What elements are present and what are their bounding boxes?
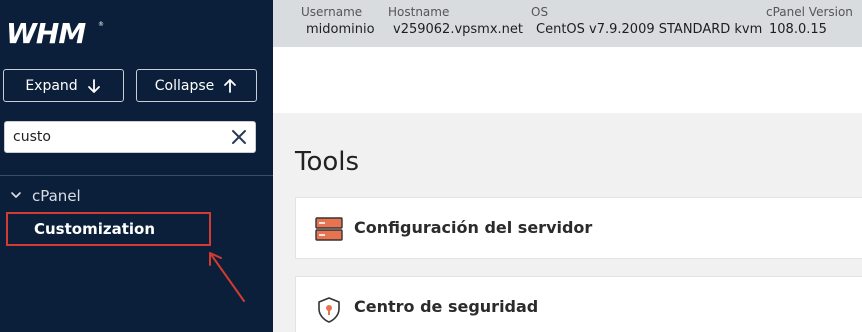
cpanel-version-value: 108.0.15	[769, 22, 827, 37]
sidebar-divider	[0, 175, 273, 176]
username-info: Username midominio	[301, 4, 375, 40]
os-value: CentOS v7.9.2009 STANDARD kvm	[536, 22, 763, 37]
tool-card-label: Configuración del servidor	[354, 218, 593, 237]
cpanel-version-label: cPanel Version	[766, 5, 853, 19]
clear-icon[interactable]	[231, 129, 247, 145]
header-panel	[273, 47, 862, 113]
svg-text:WHM: WHM	[6, 18, 86, 48]
tool-card-server-config[interactable]: Configuración del servidor	[295, 197, 862, 259]
tool-card-label: Centro de seguridad	[354, 297, 539, 316]
search-input[interactable]	[5, 122, 220, 152]
chevron-down-icon	[10, 187, 22, 205]
arrow-down-icon	[86, 78, 102, 94]
hostname-value: v259062.vpsmx.net	[393, 22, 523, 37]
cpanel-version-info: cPanel Version 108.0.15	[766, 4, 853, 40]
username-label: Username	[301, 5, 363, 19]
hostname-label: Hostname	[388, 5, 450, 19]
page-title: Tools	[295, 147, 360, 177]
tree-item-label: cPanel	[32, 187, 81, 205]
server-icon	[315, 216, 343, 242]
whm-logo[interactable]: WHM ®	[6, 18, 106, 48]
highlight-annotation-box	[6, 212, 211, 246]
arrow-up-icon	[222, 78, 238, 94]
annotation-arrow-icon	[200, 245, 260, 305]
os-info: OS CentOS v7.9.2009 STANDARD kvm	[531, 4, 762, 40]
sidebar: WHM ® Expand Collapse cPanel Customizati…	[0, 0, 273, 332]
username-value: midominio	[306, 22, 375, 37]
expand-label: Expand	[25, 77, 78, 94]
os-label: OS	[531, 5, 549, 19]
collapse-button[interactable]: Collapse	[136, 69, 257, 102]
tool-card-security-center[interactable]: Centro de seguridad	[295, 276, 862, 332]
search-box	[4, 121, 256, 153]
security-shield-icon	[315, 297, 343, 323]
tree-item-cpanel[interactable]: cPanel	[10, 186, 81, 206]
expand-button[interactable]: Expand	[3, 69, 124, 102]
hostname-info: Hostname v259062.vpsmx.net	[388, 4, 523, 40]
svg-text:®: ®	[98, 21, 104, 28]
server-info-bar: Username midominio Hostname v259062.vpsm…	[273, 0, 862, 47]
collapse-label: Collapse	[154, 77, 215, 94]
